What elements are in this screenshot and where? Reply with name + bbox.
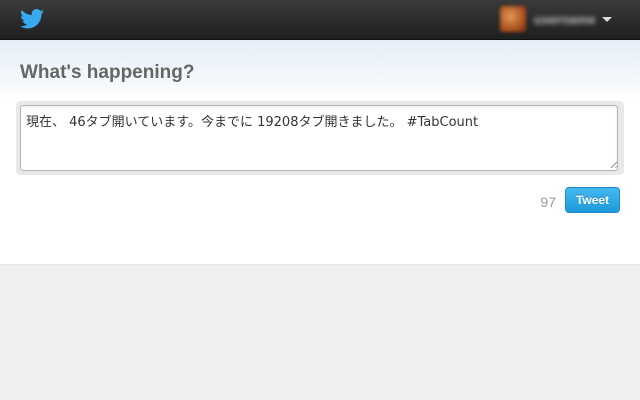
user-avatar[interactable] [500,6,526,32]
tweet-button[interactable]: Tweet [565,187,620,213]
compose-header: What's happening? [0,40,640,98]
account-menu[interactable]: username [500,6,612,34]
twitter-bird-icon[interactable] [20,9,44,29]
username-label[interactable]: username [534,12,595,27]
caret-down-icon[interactable] [602,17,612,22]
compose-title: What's happening? [20,62,195,83]
compose-field-frame: 現在、 46タブ開いています。今までに 19208タブ開きました。 #TabCo… [16,101,624,175]
char-counter: 97 [540,194,556,210]
compose-panel: What's happening? 現在、 46タブ開いています。今までに 19… [0,40,640,265]
top-nav-bar: username [0,0,640,40]
tweet-text-input[interactable]: 現在、 46タブ開いています。今までに 19208タブ開きました。 #TabCo… [20,105,618,171]
